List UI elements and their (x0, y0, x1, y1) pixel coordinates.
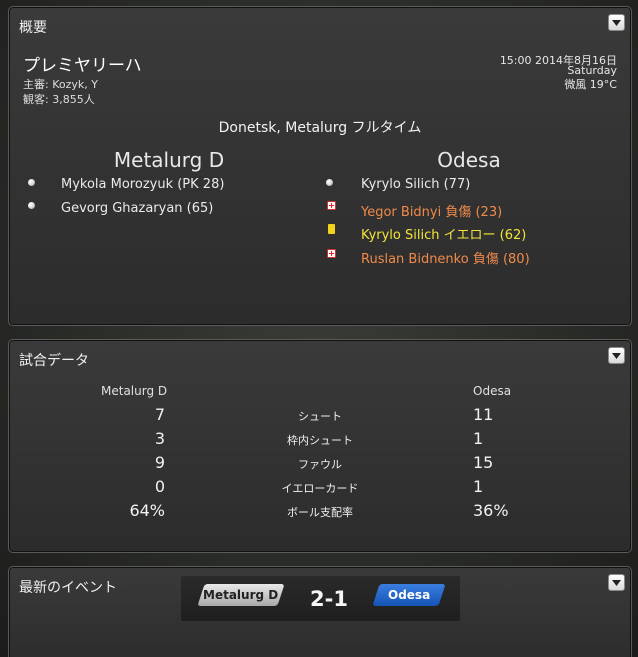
home-team-tag: Metalurg D (197, 584, 285, 606)
stat-row: 64% ボール支配率 36% (9, 501, 631, 523)
overview-panel: 概要 プレミヤリーハ 主審: Kozyk, Y 観客: 3,855人 15:00… (8, 6, 632, 326)
stat-away-value: 11 (473, 405, 494, 424)
stat-label: イエローカード (281, 482, 359, 495)
stats-collapse-button[interactable] (608, 347, 625, 364)
latest-collapse-button[interactable] (608, 574, 625, 591)
away-event-item: Kyrylo Silich イエロー (62) (361, 228, 527, 243)
overview-panel-title: 概要 (19, 20, 47, 36)
stat-label: ボール支配率 (287, 506, 353, 519)
stat-label: ファウル (298, 458, 342, 471)
away-team-tag: Odesa (372, 584, 446, 606)
stat-row: 3 枠内シュート 1 (9, 429, 631, 451)
stats-home-team: Metalurg D (101, 384, 168, 398)
weather-label: 微風 19°C (564, 78, 617, 91)
scoreboard: Metalurg D 2-1 Odesa (181, 576, 460, 621)
attendance-label: 観客: 3,855人 (23, 93, 95, 106)
injury-icon (327, 249, 336, 258)
stats-panel-title: 試合データ (19, 353, 89, 369)
stat-row: 9 ファウル 15 (9, 453, 631, 475)
latest-events-panel: 最新のイベント Metalurg D 2-1 Odesa (8, 566, 632, 657)
goal-ball-icon (325, 178, 334, 187)
home-team-name: Metalurg D (113, 148, 225, 172)
goal-ball-icon (27, 201, 36, 210)
stat-row: 7 シュート 11 (9, 405, 631, 427)
stat-label: 枠内シュート (287, 434, 353, 447)
home-event-item: Gevorg Ghazaryan (65) (61, 201, 214, 216)
referee-label: 主審: Kozyk, Y (23, 78, 98, 91)
away-team-tag-label: Odesa (387, 588, 431, 602)
away-event-item: Ruslan Bidnenko 負傷 (80) (361, 252, 530, 267)
injury-icon (327, 201, 336, 210)
stat-row: 0 イエローカード 1 (9, 477, 631, 499)
overview-collapse-button[interactable] (608, 14, 625, 31)
chevron-down-icon (612, 352, 621, 359)
stat-away-value: 36% (473, 501, 509, 520)
venue-status: Donetsk, Metalurg フルタイム (218, 120, 422, 136)
away-team-name: Odesa (437, 148, 501, 172)
stat-away-value: 1 (473, 429, 484, 448)
latest-panel-title: 最新のイベント (19, 580, 117, 596)
chevron-down-icon (612, 19, 621, 26)
match-stats-panel: 試合データ Metalurg D Odesa 7 シュート 11 3 枠内シュー… (8, 339, 632, 553)
goal-ball-icon (27, 178, 36, 187)
away-event-item: Yegor Bidnyi 負傷 (23) (361, 205, 503, 220)
stat-away-value: 1 (473, 477, 484, 496)
stat-away-value: 15 (473, 453, 494, 472)
away-event-item: Kyrylo Silich (77) (361, 177, 471, 192)
home-event-item: Mykola Morozyuk (PK 28) (61, 177, 225, 192)
chevron-down-icon (612, 579, 621, 586)
league-name: プレミヤリーハ (23, 56, 142, 76)
match-score: 2-1 (310, 587, 348, 611)
yellow-card-icon (328, 224, 335, 234)
home-team-tag-label: Metalurg D (203, 588, 279, 602)
stat-label: シュート (298, 410, 342, 423)
stats-away-team: Odesa (473, 384, 512, 398)
